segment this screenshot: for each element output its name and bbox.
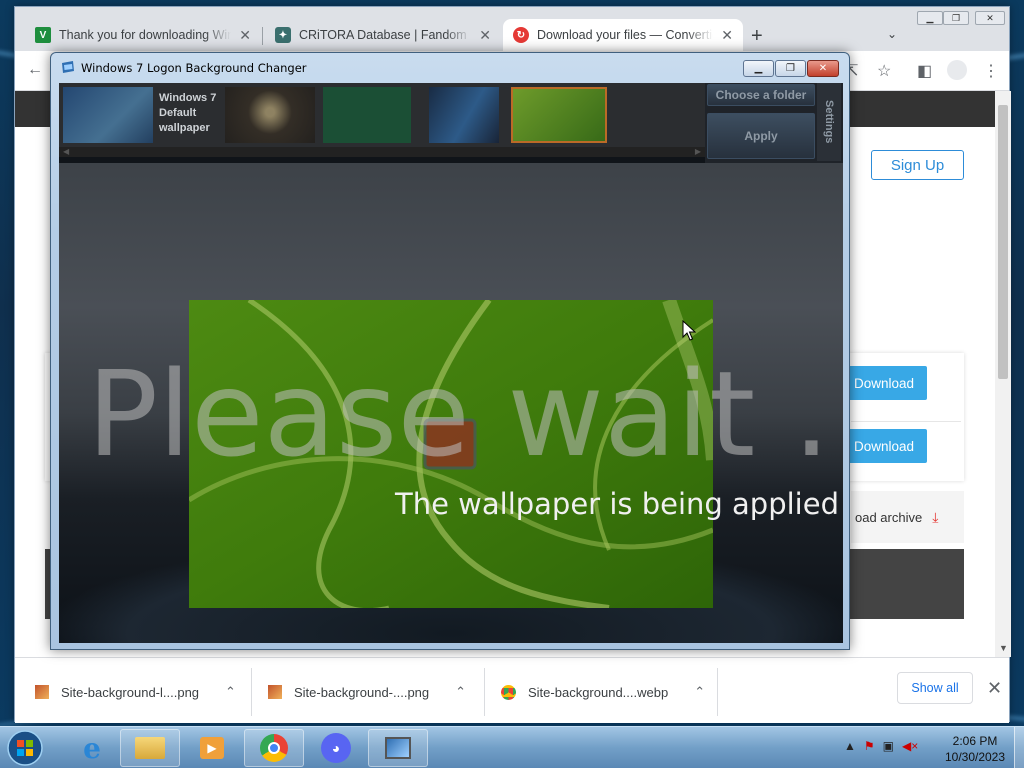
thumbnail-blue-swirl[interactable]: [429, 87, 499, 143]
maximize-icon[interactable]: ❐: [943, 11, 969, 25]
clock[interactable]: 2:06 PM 10/30/2023: [940, 733, 1010, 765]
close-window-icon[interactable]: ✕: [807, 60, 839, 77]
tab-strip: V Thank you for downloading Windows ✕ ✦ …: [15, 7, 1009, 51]
row-divider: [851, 421, 961, 422]
wallpaper-thumbnail-strip: Windows 7 Default wallpaper: [59, 83, 705, 147]
download-arrow-icon: ⤓: [932, 508, 939, 525]
taskbar: e ▶ ◕ ▲ ⚑ ▣ ◀× 2:06 PM 10/30/2023: [0, 726, 1024, 768]
system-tray: ▲ ⚑ ▣ ◀×: [844, 739, 918, 753]
status-message: The wallpaper is being applied: [395, 487, 839, 521]
tab-thank-you[interactable]: V Thank you for downloading Windows ✕: [25, 19, 261, 51]
chevron-up-icon[interactable]: ⌃: [455, 684, 466, 700]
scrollbar-thumb[interactable]: [998, 105, 1008, 379]
profile-avatar-icon[interactable]: [947, 60, 967, 80]
download-filename: Site-background-l....png: [61, 684, 200, 700]
download-button[interactable]: Download: [841, 429, 927, 463]
sign-up-button[interactable]: Sign Up: [871, 150, 964, 180]
close-downloads-icon[interactable]: ✕: [987, 678, 1002, 699]
thumbnail-scrollbar[interactable]: ◀ ▶: [59, 147, 705, 157]
show-all-button[interactable]: Show all: [897, 672, 973, 704]
apply-button[interactable]: Apply: [707, 113, 815, 159]
download-archive-button[interactable]: oad archive ⤓: [851, 491, 964, 543]
app-window-icon: [62, 61, 74, 73]
thumbnail-default-wallpaper[interactable]: [63, 87, 153, 143]
please-wait-text: Please wait ...: [87, 345, 843, 483]
maximize-icon[interactable]: ❐: [775, 60, 806, 77]
preview-stage: Please wait ... The wallpaper is being a…: [59, 163, 843, 643]
discord-icon[interactable]: ◕: [306, 729, 366, 767]
clock-date: 10/30/2023: [944, 750, 1006, 764]
chevron-up-icon[interactable]: ⌃: [225, 684, 236, 700]
download-filename: Site-background-....png: [294, 684, 430, 700]
minimize-icon[interactable]: ▁: [743, 60, 774, 77]
scroll-right-arrow-icon[interactable]: ▶: [695, 147, 701, 156]
thumbnail-green-leaf-selected[interactable]: [511, 87, 607, 143]
window-title: Windows 7 Logon Background Changer: [81, 61, 307, 75]
download-filename: Site-background....webp: [528, 684, 669, 700]
clock-time: 2:06 PM: [952, 734, 998, 748]
mouse-cursor-icon: [682, 320, 696, 341]
scroll-down-arrow-icon[interactable]: ▼: [999, 643, 1008, 653]
new-tab-button[interactable]: +: [751, 25, 763, 48]
action-center-icon[interactable]: ⚑: [864, 739, 875, 753]
tray-expand-icon[interactable]: ▲: [844, 739, 856, 753]
media-player-icon[interactable]: ▶: [182, 729, 242, 767]
scrollbar[interactable]: ▼: [995, 91, 1011, 657]
minimize-icon[interactable]: ▁: [917, 11, 943, 25]
chrome-icon[interactable]: [244, 729, 304, 767]
network-icon[interactable]: ▣: [883, 739, 894, 753]
start-orb[interactable]: [4, 728, 46, 768]
internet-explorer-icon[interactable]: e: [62, 729, 122, 767]
tab-convertio[interactable]: ↻ Download your files — Convertio ✕: [503, 19, 743, 51]
chrome-file-icon: [501, 684, 516, 700]
side-controls: Choose a folder Apply Settings: [705, 83, 843, 163]
app-client-area: Windows 7 Default wallpaper ◀ ▶ Choose a…: [59, 83, 843, 643]
volume-muted-icon[interactable]: ◀×: [902, 739, 918, 753]
download-separator: [251, 668, 252, 716]
image-file-icon: [268, 685, 282, 699]
archive-label: oad archive: [855, 509, 923, 525]
chevron-up-icon[interactable]: ⌃: [694, 684, 705, 700]
image-file-icon: [35, 685, 49, 699]
thumbnail-caption: Windows 7 Default wallpaper: [159, 92, 217, 134]
settings-tab[interactable]: Settings: [817, 83, 841, 161]
thumbnail-green-flag[interactable]: [323, 87, 411, 143]
scroll-left-arrow-icon[interactable]: ◀: [63, 147, 69, 156]
fandom-icon: ✦: [275, 27, 291, 43]
close-tab-icon[interactable]: ✕: [239, 27, 251, 44]
close-tab-icon[interactable]: ✕: [721, 27, 733, 44]
download-separator: [717, 668, 718, 716]
bg-changer-icon[interactable]: [368, 729, 428, 767]
tab-title: Download your files — Convertio: [537, 28, 713, 42]
tab-separator: [262, 27, 263, 45]
download-item[interactable]: Site-background-l....png ⌃: [35, 676, 236, 708]
close-window-icon[interactable]: ✕: [975, 11, 1005, 25]
file-explorer-icon[interactable]: [120, 729, 180, 767]
bg-changer-window: Windows 7 Logon Background Changer ▁ ❐ ✕…: [50, 52, 850, 650]
tab-title: Thank you for downloading Windows: [59, 28, 231, 42]
download-button[interactable]: Download: [841, 366, 927, 400]
tab-title: CRiTORA Database | Fandom: [299, 28, 467, 42]
tab-critora[interactable]: ✦ CRiTORA Database | Fandom ✕: [265, 19, 501, 51]
tab-search-icon[interactable]: ⌄: [887, 27, 897, 41]
green-v-icon: V: [35, 27, 51, 43]
close-tab-icon[interactable]: ✕: [479, 27, 491, 44]
convertio-icon: ↻: [513, 27, 529, 43]
menu-kebab-icon[interactable]: ⋮: [983, 61, 999, 81]
download-item[interactable]: Site-background-....png ⌃: [268, 676, 466, 708]
download-shelf: Site-background-l....png ⌃ Site-backgrou…: [15, 657, 1009, 723]
back-icon[interactable]: ←: [27, 61, 43, 79]
show-desktop-button[interactable]: [1014, 727, 1024, 768]
side-panel-icon[interactable]: ◧: [917, 61, 932, 81]
download-item[interactable]: Site-background....webp ⌃: [501, 676, 705, 708]
bookmark-star-icon[interactable]: ☆: [877, 61, 891, 81]
choose-folder-button[interactable]: Choose a folder: [707, 84, 815, 106]
thumbnail-keyhole[interactable]: [225, 87, 315, 143]
download-separator: [484, 668, 485, 716]
